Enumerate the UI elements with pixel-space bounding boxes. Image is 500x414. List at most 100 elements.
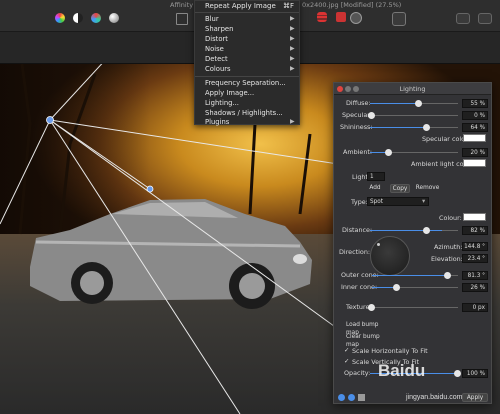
outer-cone-value[interactable]: 81.3 ° (462, 271, 488, 280)
distance-label: Distance: (342, 226, 373, 234)
watermark-url: jingyan.baidu.com (406, 394, 463, 401)
outer-cone-slider-fill (372, 275, 446, 276)
merge-icon[interactable] (358, 394, 365, 401)
inner-cone-value[interactable]: 26 % (462, 283, 488, 292)
ambient-colour-swatch[interactable] (463, 159, 486, 167)
watermark-brand: Baidu (378, 361, 426, 380)
direction-dial-marker (377, 243, 380, 246)
grid-icon[interactable] (317, 12, 327, 22)
texture-slider[interactable] (368, 304, 375, 311)
distance-slider-fill (370, 230, 442, 231)
texture-slider-track (370, 307, 458, 308)
car (30, 199, 312, 309)
light-selector[interactable]: 1 (367, 172, 385, 181)
diffuse-value[interactable]: 55 % (462, 99, 488, 108)
menu-item-plugins[interactable]: Plugins (205, 118, 229, 126)
minimize-icon[interactable] (345, 86, 351, 92)
snapping-icon[interactable] (350, 12, 362, 24)
specular-colour-swatch[interactable] (463, 134, 486, 142)
type-label: Type: (351, 198, 368, 206)
menu-item-frequency-separation[interactable]: Frequency Separation... (205, 79, 286, 87)
zoom-icon[interactable] (353, 86, 359, 92)
specular-slider[interactable] (368, 112, 375, 119)
submenu-arrow-icon: ▶ (290, 55, 295, 62)
ambient-value[interactable]: 20 % (462, 148, 488, 157)
shininess-label: Shininess: (340, 123, 373, 131)
menu-item-distort[interactable]: Distort (205, 35, 228, 43)
direction-dial[interactable] (370, 236, 410, 276)
document-title: 0x2400.jpg [Modified] (27.5%) (302, 1, 402, 9)
chevron-down-icon: ▾ (422, 197, 426, 205)
shininess-slider-fill (370, 127, 426, 128)
menu-separator (195, 12, 299, 13)
submenu-arrow-icon: ▶ (290, 15, 295, 22)
diffuse-slider-fill (370, 103, 418, 104)
light-direction-handle[interactable] (146, 185, 154, 193)
remove-light-button[interactable]: Remove (414, 184, 441, 193)
inner-cone-slider[interactable] (393, 284, 400, 291)
submenu-arrow-icon: ▶ (290, 45, 295, 52)
split-view-icon[interactable] (478, 13, 492, 24)
ambient-slider[interactable] (385, 149, 392, 156)
elevation-value[interactable]: 23.4 ° (462, 254, 488, 263)
hsl-icon[interactable] (91, 13, 101, 23)
contrast-icon[interactable] (73, 13, 83, 23)
colour-wheel-icon[interactable] (55, 13, 65, 23)
preview-icon[interactable] (348, 394, 355, 401)
menu-item-apply-image[interactable]: Apply Image... (205, 89, 254, 97)
menu-item-colours[interactable]: Colours (205, 65, 231, 73)
copy-light-button[interactable]: Copy (390, 184, 410, 193)
direction-label: Direction: (339, 248, 371, 256)
shininess-slider[interactable] (423, 124, 430, 131)
inner-cone-slider-fill (372, 287, 394, 288)
window-mode-icon[interactable] (456, 13, 470, 24)
menu-separator (195, 76, 299, 77)
apply-button[interactable]: Apply (462, 393, 488, 402)
scale-horizontally-checkbox[interactable]: Scale Horizontally To Fit (352, 347, 428, 355)
personas-icon[interactable] (392, 12, 406, 26)
menu-item-blur[interactable]: Blur (205, 15, 219, 23)
light-position-handle[interactable] (46, 116, 54, 124)
menu-item-repeat-apply-image[interactable]: Repeat Apply Image (205, 2, 276, 10)
menu-item-noise[interactable]: Noise (205, 45, 224, 53)
blend-ranges-icon[interactable] (338, 394, 345, 401)
clear-bump-map-button[interactable]: Clear bump map (346, 333, 390, 348)
azimuth-label: Azimuth: (434, 243, 463, 251)
diffuse-slider[interactable] (415, 100, 422, 107)
lighting-dialog: Lighting Diffuse: 55 % Specular: 0 % Shi… (333, 82, 492, 404)
light-colour-swatch[interactable] (463, 213, 486, 221)
menu-item-detect[interactable]: Detect (205, 55, 228, 63)
distance-slider[interactable] (423, 227, 430, 234)
azimuth-value[interactable]: 144.8 ° (462, 242, 488, 251)
add-light-button[interactable]: Add (367, 184, 383, 193)
opacity-value[interactable]: 100 % (462, 369, 488, 378)
ambient-label: Ambient: (343, 148, 373, 156)
distance-value[interactable]: 82 % (462, 226, 488, 235)
submenu-arrow-icon: ▶ (290, 25, 295, 32)
marquee-icon[interactable] (176, 13, 188, 25)
specular-value[interactable]: 0 % (462, 111, 488, 120)
menu-item-shadows-highlights[interactable]: Shadows / Highlights... (205, 109, 283, 117)
specular-slider-track (370, 115, 458, 116)
menu-item-lighting[interactable]: Lighting... (205, 99, 239, 107)
submenu-arrow-icon: ▶ (290, 118, 295, 125)
shininess-value[interactable]: 64 % (462, 123, 488, 132)
texture-value[interactable]: 0 px (462, 303, 488, 312)
checkmark-icon: ✓ (344, 346, 350, 354)
elevation-label: Elevation: (431, 255, 463, 263)
checkmark-icon: ✓ (344, 357, 350, 365)
assistant-icon[interactable] (336, 12, 346, 22)
close-icon[interactable] (337, 86, 343, 92)
diffuse-label: Diffuse: (346, 99, 371, 107)
outer-cone-slider[interactable] (444, 272, 451, 279)
filters-menu: Repeat Apply Image ⌘F Blur ▶ Sharpen ▶ D… (194, 0, 300, 126)
white-balance-icon[interactable] (109, 13, 119, 23)
opacity-label: Opacity: (344, 369, 371, 377)
submenu-arrow-icon: ▶ (290, 35, 295, 42)
light-type-dropdown[interactable]: Spot (367, 197, 429, 206)
colour-label: Colour: (439, 214, 462, 222)
menu-item-sharpen[interactable]: Sharpen (205, 25, 233, 33)
load-bump-map-button[interactable]: Load bump map (346, 321, 390, 336)
submenu-arrow-icon: ▶ (290, 65, 295, 72)
opacity-slider[interactable] (454, 370, 461, 377)
